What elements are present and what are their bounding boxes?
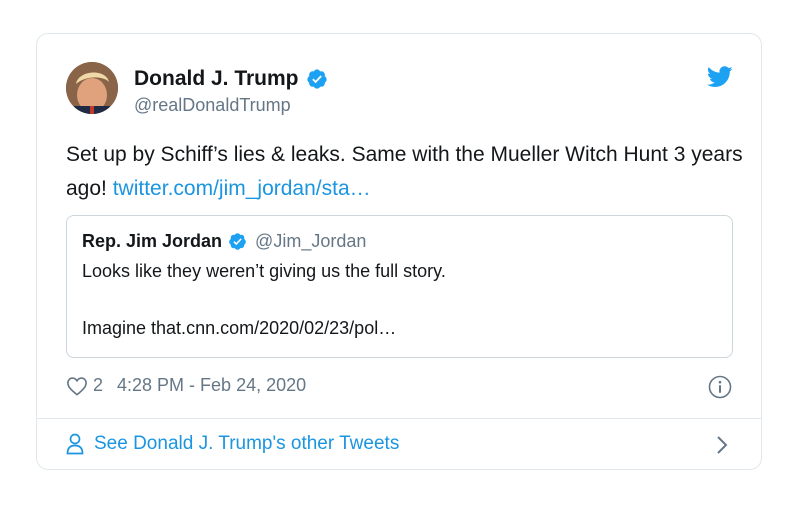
twitter-bird-icon[interactable] <box>707 66 733 88</box>
quoted-author-name: Rep. Jim Jordan <box>82 231 223 251</box>
like-count[interactable]: 2 <box>93 375 103 396</box>
author-name[interactable]: Donald J. Trump <box>134 67 299 91</box>
timestamp[interactable]: 4:28 PM - Feb 24, 2020 <box>117 375 306 396</box>
info-icon[interactable] <box>708 375 732 399</box>
author-name-row: Donald J. Trump <box>134 67 328 91</box>
avatar-image <box>66 62 118 114</box>
see-other-tweets-label[interactable]: See Donald J. Trump's other Tweets <box>94 433 399 455</box>
quoted-tweet-text: Looks like they weren’t giving us the fu… <box>82 261 446 281</box>
chevron-right-icon[interactable] <box>716 434 728 456</box>
person-icon <box>66 433 84 455</box>
see-other-tweets-link[interactable]: See Donald J. Trump's other Tweets <box>66 433 399 455</box>
avatar[interactable] <box>66 62 118 114</box>
heart-icon[interactable] <box>66 376 88 396</box>
quoted-tweet-text-link: Imagine that.cnn.com/2020/02/23/pol… <box>82 318 397 338</box>
divider <box>37 418 761 419</box>
tweet-link[interactable]: twitter.com/jim_jordan/sta… <box>113 177 371 200</box>
verified-badge-icon <box>306 69 327 89</box>
quoted-author-handle: @Jim_Jordan <box>255 231 367 251</box>
tweet-text: Set up by Schiff’s lies & leaks. Same wi… <box>66 138 746 206</box>
quoted-tweet[interactable]: Rep. Jim Jordan @Jim_Jordan Looks like t… <box>66 215 733 358</box>
verified-badge-icon <box>229 233 246 250</box>
embedded-tweet-card: Donald J. Trump @realDonaldTrump Set up … <box>36 33 762 470</box>
quoted-tweet-header: Rep. Jim Jordan @Jim_Jordan <box>82 231 366 252</box>
author-handle[interactable]: @realDonaldTrump <box>134 95 291 116</box>
tweet-meta: 2 4:28 PM - Feb 24, 2020 <box>66 375 306 396</box>
